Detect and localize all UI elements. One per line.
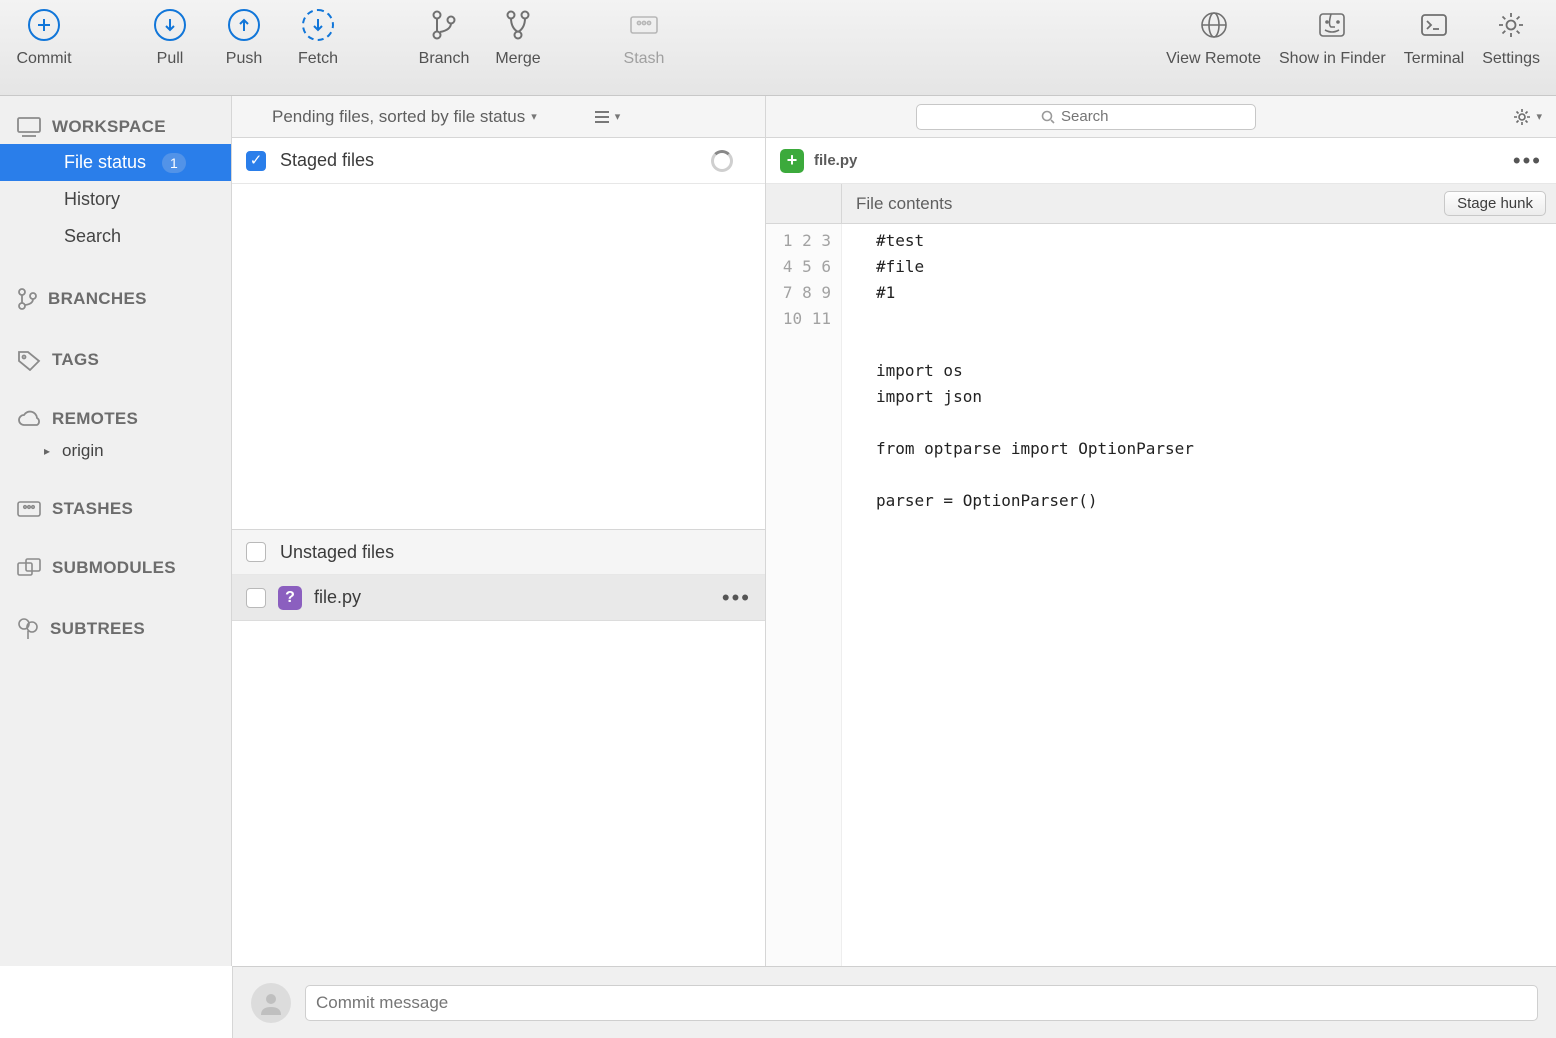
plus-circle-icon: [28, 9, 60, 41]
gear-icon: [1494, 8, 1528, 42]
unstaged-checkbox[interactable]: [246, 542, 266, 562]
filter-bar: Pending files, sorted by file status ▾ ▾: [232, 96, 765, 138]
code-content: #test #file #1 import os import json fro…: [842, 224, 1194, 966]
terminal-label: Terminal: [1404, 50, 1464, 68]
chevron-right-icon: ▸: [44, 444, 56, 458]
sidebar-item-search[interactable]: Search: [0, 218, 231, 255]
loading-spinner-icon: [711, 150, 733, 172]
toolbar: Commit Pull Push Fetch: [0, 0, 1556, 96]
sidebar-item-file-status[interactable]: File status 1: [0, 144, 231, 181]
submodules-header[interactable]: SUBMODULES: [0, 551, 231, 585]
sidebar-item-origin[interactable]: ▸ origin: [0, 435, 231, 467]
file-added-icon: +: [780, 149, 804, 173]
stash-button[interactable]: Stash: [616, 8, 672, 68]
settings-label: Settings: [1482, 50, 1540, 68]
diff-file-header: + file.py •••: [766, 138, 1556, 184]
arrow-up-circle-icon: [228, 9, 260, 41]
monitor-icon: [16, 116, 42, 138]
pull-label: Pull: [157, 50, 184, 68]
remotes-header[interactable]: REMOTES: [0, 403, 231, 435]
hunk-header: File contents Stage hunk: [766, 184, 1556, 224]
chevron-down-icon: ▾: [531, 110, 537, 123]
tags-header[interactable]: TAGS: [0, 343, 231, 377]
chevron-down-icon: ▾: [1536, 110, 1542, 123]
diff-more-icon[interactable]: •••: [1513, 148, 1542, 174]
push-label: Push: [226, 50, 262, 68]
staged-checkbox[interactable]: [246, 151, 266, 171]
line-number-gutter: 1 2 3 4 5 6 7 8 9 10 11: [766, 224, 842, 966]
diff-file-name: file.py: [814, 152, 857, 169]
branch-icon: [16, 287, 38, 311]
fetch-label: Fetch: [298, 50, 338, 68]
settings-button[interactable]: Settings: [1482, 8, 1540, 68]
subtrees-header[interactable]: SUBTREES: [0, 611, 231, 647]
submodules-icon: [16, 557, 42, 579]
hunk-label: File contents: [842, 194, 1444, 214]
file-name: file.py: [314, 587, 361, 608]
tag-icon: [16, 349, 42, 371]
commit-message-input[interactable]: [305, 985, 1538, 1021]
commit-button[interactable]: Commit: [16, 8, 72, 68]
user-avatar-icon: [251, 983, 291, 1023]
stash-icon: [627, 8, 661, 42]
cloud-icon: [16, 410, 42, 428]
stash-label: Stash: [624, 50, 665, 68]
finder-icon: [1315, 8, 1349, 42]
diff-settings-dropdown[interactable]: ▾: [1512, 107, 1542, 127]
stage-hunk-button[interactable]: Stage hunk: [1444, 191, 1546, 216]
staged-files-list: [232, 184, 765, 529]
staged-files-header: Staged files: [232, 138, 765, 184]
list-icon: [593, 109, 611, 125]
view-remote-label: View Remote: [1166, 50, 1261, 68]
show-in-finder-label: Show in Finder: [1279, 50, 1386, 68]
search-input[interactable]: [916, 104, 1256, 130]
branch-label: Branch: [419, 50, 470, 68]
file-status-badge: 1: [162, 153, 186, 173]
file-status-badge-icon: ?: [278, 586, 302, 610]
terminal-button[interactable]: Terminal: [1404, 8, 1464, 68]
code-view[interactable]: 1 2 3 4 5 6 7 8 9 10 11 #test #file #1 i…: [766, 224, 1556, 966]
merge-button[interactable]: Merge: [490, 8, 546, 68]
chevron-down-icon: ▾: [615, 110, 621, 123]
gear-icon: [1512, 107, 1532, 127]
sidebar-item-history[interactable]: History: [0, 181, 231, 218]
search-icon: [1041, 110, 1055, 124]
push-button[interactable]: Push: [216, 8, 272, 68]
main-area: WORKSPACE File status 1 History Search B…: [0, 96, 1556, 966]
file-checkbox[interactable]: [246, 588, 266, 608]
pending-filter-dropdown[interactable]: Pending files, sorted by file status ▾: [272, 107, 537, 127]
pull-button[interactable]: Pull: [142, 8, 198, 68]
branch-button[interactable]: Branch: [416, 8, 472, 68]
merge-label: Merge: [495, 50, 540, 68]
fetch-button[interactable]: Fetch: [290, 8, 346, 68]
terminal-icon: [1417, 8, 1451, 42]
branches-header[interactable]: BRANCHES: [0, 281, 231, 317]
staged-files-label: Staged files: [280, 150, 374, 171]
unstaged-files-list: [232, 621, 765, 966]
arrow-down-dashed-circle-icon: [302, 9, 334, 41]
stash-icon: [16, 499, 42, 519]
file-status-pane: Pending files, sorted by file status ▾ ▾…: [232, 96, 766, 966]
subtrees-icon: [16, 617, 40, 641]
diff-toolbar: ▾: [766, 96, 1556, 138]
view-remote-button[interactable]: View Remote: [1166, 8, 1261, 68]
commit-bar: [232, 966, 1556, 1038]
sidebar: WORKSPACE File status 1 History Search B…: [0, 96, 232, 966]
unstaged-files-header: Unstaged files: [232, 529, 765, 575]
file-more-icon[interactable]: •••: [722, 585, 751, 611]
globe-icon: [1197, 8, 1231, 42]
branch-icon: [427, 8, 461, 42]
commit-label: Commit: [16, 50, 71, 68]
view-mode-dropdown[interactable]: ▾: [593, 109, 621, 125]
workspace-header: WORKSPACE: [0, 110, 231, 144]
show-in-finder-button[interactable]: Show in Finder: [1279, 8, 1386, 68]
unstaged-files-label: Unstaged files: [280, 542, 394, 563]
file-row[interactable]: ? file.py •••: [232, 575, 765, 621]
merge-icon: [501, 8, 535, 42]
stashes-header[interactable]: STASHES: [0, 493, 231, 525]
arrow-down-circle-icon: [154, 9, 186, 41]
diff-pane: ▾ + file.py ••• File contents Stage hunk…: [766, 96, 1556, 966]
